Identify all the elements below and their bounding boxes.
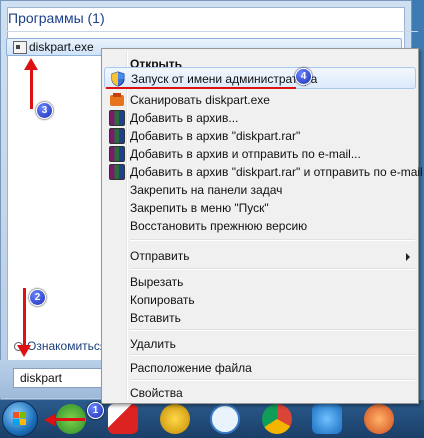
- menu-item-label: Восстановить прежнюю версию: [130, 219, 308, 233]
- menu-item-label: Отправить: [130, 249, 190, 263]
- menu-item-label: Удалить: [130, 337, 176, 351]
- step-badge-4: 4: [295, 68, 312, 85]
- menu-item-label: Добавить в архив "diskpart.rar" и отправ…: [130, 165, 423, 179]
- windows-logo-icon: [13, 412, 26, 425]
- step-badge-3: 3: [36, 102, 53, 119]
- start-search-input[interactable]: diskpart: [13, 368, 109, 388]
- menu-item-run-as-admin[interactable]: Запуск от имени администратора: [104, 67, 416, 89]
- menu-item-label: Копировать: [130, 293, 195, 307]
- context-menu: Открыть Запуск от имени администратора С…: [101, 48, 423, 404]
- search-result-label: diskpart.exe: [29, 40, 94, 54]
- menu-item-label: Вставить: [130, 311, 181, 325]
- winrar-icon: [109, 146, 125, 162]
- winrar-icon: [109, 110, 125, 126]
- menu-item-restore-version[interactable]: Восстановить прежнюю версию: [104, 215, 416, 237]
- annotation-arrow-shaft: [55, 418, 85, 421]
- menu-item-label: Запуск от имени администратора: [131, 72, 318, 86]
- menu-item-label: Свойства: [130, 386, 183, 400]
- menu-item-label: Добавить в архив и отправить по e-mail..…: [130, 147, 361, 161]
- menu-item-delete[interactable]: Удалить: [104, 333, 416, 355]
- menu-item-send-to[interactable]: Отправить: [104, 245, 416, 267]
- menu-separator: [130, 268, 415, 270]
- annotation-underline: [106, 87, 296, 89]
- programs-section-title: Программы (1): [8, 10, 105, 26]
- menu-item-label: Расположение файла: [130, 361, 252, 375]
- antivirus-scan-icon: [110, 93, 124, 106]
- menu-item-paste[interactable]: Вставить: [104, 307, 416, 329]
- menu-item-label: Добавить в архив...: [130, 111, 239, 125]
- search-input-value: diskpart: [20, 371, 63, 385]
- taskbar-app-blue-icon[interactable]: [312, 404, 342, 434]
- start-button[interactable]: [2, 401, 38, 437]
- menu-separator: [130, 379, 415, 381]
- menu-item-label: Добавить в архив "diskpart.rar": [130, 129, 301, 143]
- menu-separator: [130, 329, 415, 331]
- taskbar-app-red-icon[interactable]: [108, 404, 138, 434]
- taskbar-app-orange-icon[interactable]: [364, 404, 394, 434]
- annotation-arrow-shaft: [30, 69, 33, 109]
- taskbar-app-search-icon[interactable]: [210, 404, 240, 434]
- menu-separator: [130, 354, 415, 356]
- step-badge-2: 2: [29, 289, 46, 306]
- winrar-icon: [109, 164, 125, 180]
- menu-separator: [130, 239, 415, 241]
- step-badge-1: 1: [87, 402, 104, 419]
- menu-item-label: Закрепить в меню "Пуск": [130, 201, 269, 215]
- taskbar-chrome-icon[interactable]: [262, 404, 292, 434]
- menu-item-label: Вырезать: [130, 275, 184, 289]
- uac-shield-icon: [111, 71, 125, 87]
- annotation-arrow-shaft: [23, 288, 26, 346]
- winrar-icon: [109, 128, 125, 144]
- taskbar-app-yellow-icon[interactable]: [160, 404, 190, 434]
- submenu-arrow-icon: [406, 253, 410, 261]
- menu-item-properties[interactable]: Свойства: [104, 382, 416, 404]
- menu-item-label: Сканировать diskpart.exe: [130, 93, 270, 107]
- section-divider: [6, 31, 418, 32]
- menu-item-label: Закрепить на панели задач: [130, 183, 283, 197]
- annotation-arrow-down-icon: [17, 345, 31, 357]
- menu-item-file-location[interactable]: Расположение файла: [104, 357, 416, 379]
- exe-file-icon: [13, 41, 27, 54]
- annotation-arrow-left-icon: [44, 414, 55, 426]
